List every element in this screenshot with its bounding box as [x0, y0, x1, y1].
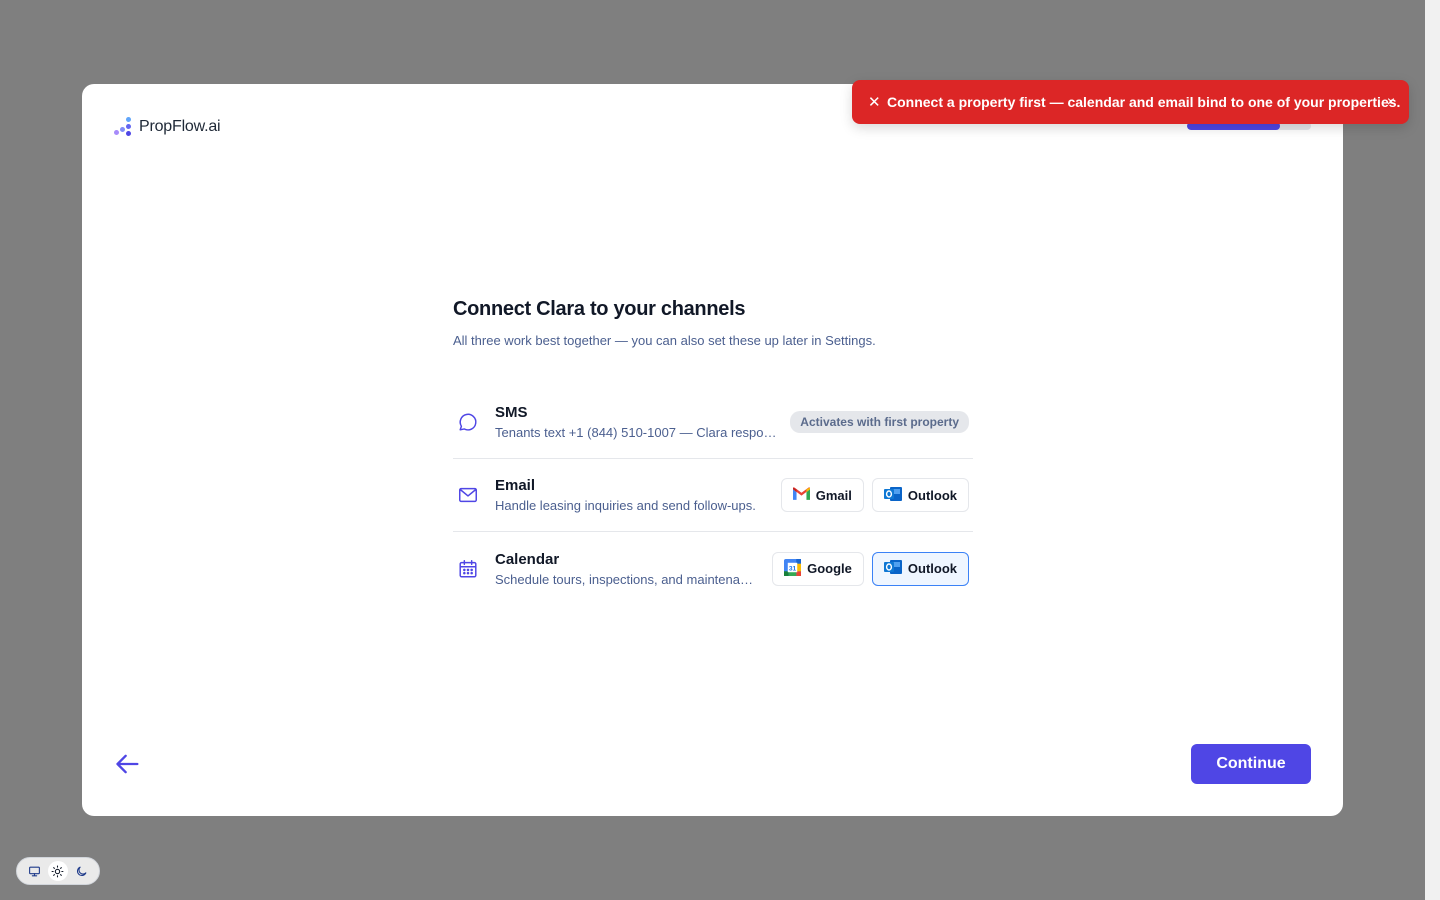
- moon-icon: [76, 866, 87, 876]
- channel-actions: Activates with first property: [790, 411, 973, 433]
- error-x-icon: ✕: [868, 94, 881, 111]
- onboarding-modal: PropFlow.ai Connect Clara to your channe…: [82, 84, 1343, 816]
- channel-row-sms: SMS Tenants text +1 (844) 510-1007 — Cla…: [453, 386, 973, 459]
- channel-actions: Gmail Outlook: [780, 478, 973, 512]
- channel-description: Tenants text +1 (844) 510-1007 — Clara r…: [495, 425, 777, 440]
- brand-logo: PropFlow.ai: [114, 117, 221, 137]
- theme-switcher: [16, 857, 100, 885]
- channel-row-calendar: Calendar Schedule tours, inspections, an…: [453, 532, 973, 605]
- brand-name: PropFlow.ai: [139, 118, 221, 135]
- gmail-icon: [792, 487, 810, 503]
- theme-light-button[interactable]: [47, 861, 68, 881]
- outlook-icon: [883, 486, 902, 505]
- theme-system-button[interactable]: [25, 861, 45, 881]
- logo-mark-icon: [114, 117, 134, 137]
- channel-description: Handle leasing inquiries and send follow…: [495, 498, 756, 513]
- envelope-icon: [453, 480, 483, 510]
- arrow-left-icon: [116, 754, 139, 774]
- connect-outlook-calendar-button[interactable]: Outlook: [871, 551, 969, 586]
- toast-message: Connect a property first — calendar and …: [887, 94, 1401, 110]
- back-button[interactable]: [114, 750, 142, 778]
- calendar-icon: [453, 554, 483, 584]
- monitor-icon: [29, 866, 41, 876]
- scrollbar-gutter: [1425, 0, 1440, 900]
- connect-gmail-button[interactable]: Gmail: [780, 478, 864, 512]
- provider-label: Outlook: [907, 487, 957, 503]
- toast-close-button[interactable]: ×: [1387, 93, 1395, 109]
- connect-outlook-email-button[interactable]: Outlook: [871, 478, 969, 512]
- channel-text: Calendar Schedule tours, inspections, an…: [495, 551, 772, 587]
- channel-list: SMS Tenants text +1 (844) 510-1007 — Cla…: [453, 386, 973, 605]
- channel-row-email: Email Handle leasing inquiries and send …: [453, 459, 973, 532]
- chat-bubble-icon: [453, 407, 483, 437]
- status-badge: Activates with first property: [790, 411, 969, 433]
- outlook-icon: [883, 559, 902, 578]
- continue-button[interactable]: Continue: [1191, 744, 1311, 784]
- error-toast: ✕ Connect a property first — calendar an…: [852, 80, 1409, 124]
- page-title: Connect Clara to your channels: [453, 298, 746, 320]
- provider-label: Outlook: [907, 561, 957, 576]
- provider-label: Google: [807, 561, 852, 576]
- theme-dark-button[interactable]: [71, 861, 91, 881]
- channel-name: Calendar: [495, 550, 560, 568]
- channel-description: Schedule tours, inspections, and mainten…: [495, 571, 757, 587]
- channel-actions: 31 Google Outlook: [772, 551, 973, 586]
- channel-text: Email Handle leasing inquiries and send …: [495, 477, 781, 513]
- channel-name: Email: [495, 477, 536, 494]
- page-subtitle: All three work best together — you can a…: [453, 333, 876, 348]
- provider-label: Gmail: [815, 487, 852, 503]
- connect-google-calendar-button[interactable]: 31 Google: [772, 551, 864, 586]
- google-calendar-icon: 31: [784, 558, 802, 579]
- channels-section: Connect Clara to your channels All three…: [453, 298, 973, 605]
- channel-text: SMS Tenants text +1 (844) 510-1007 — Cla…: [495, 404, 790, 440]
- channel-name: SMS: [495, 404, 528, 421]
- svg-text:31: 31: [789, 565, 797, 572]
- sun-icon: [52, 865, 64, 877]
